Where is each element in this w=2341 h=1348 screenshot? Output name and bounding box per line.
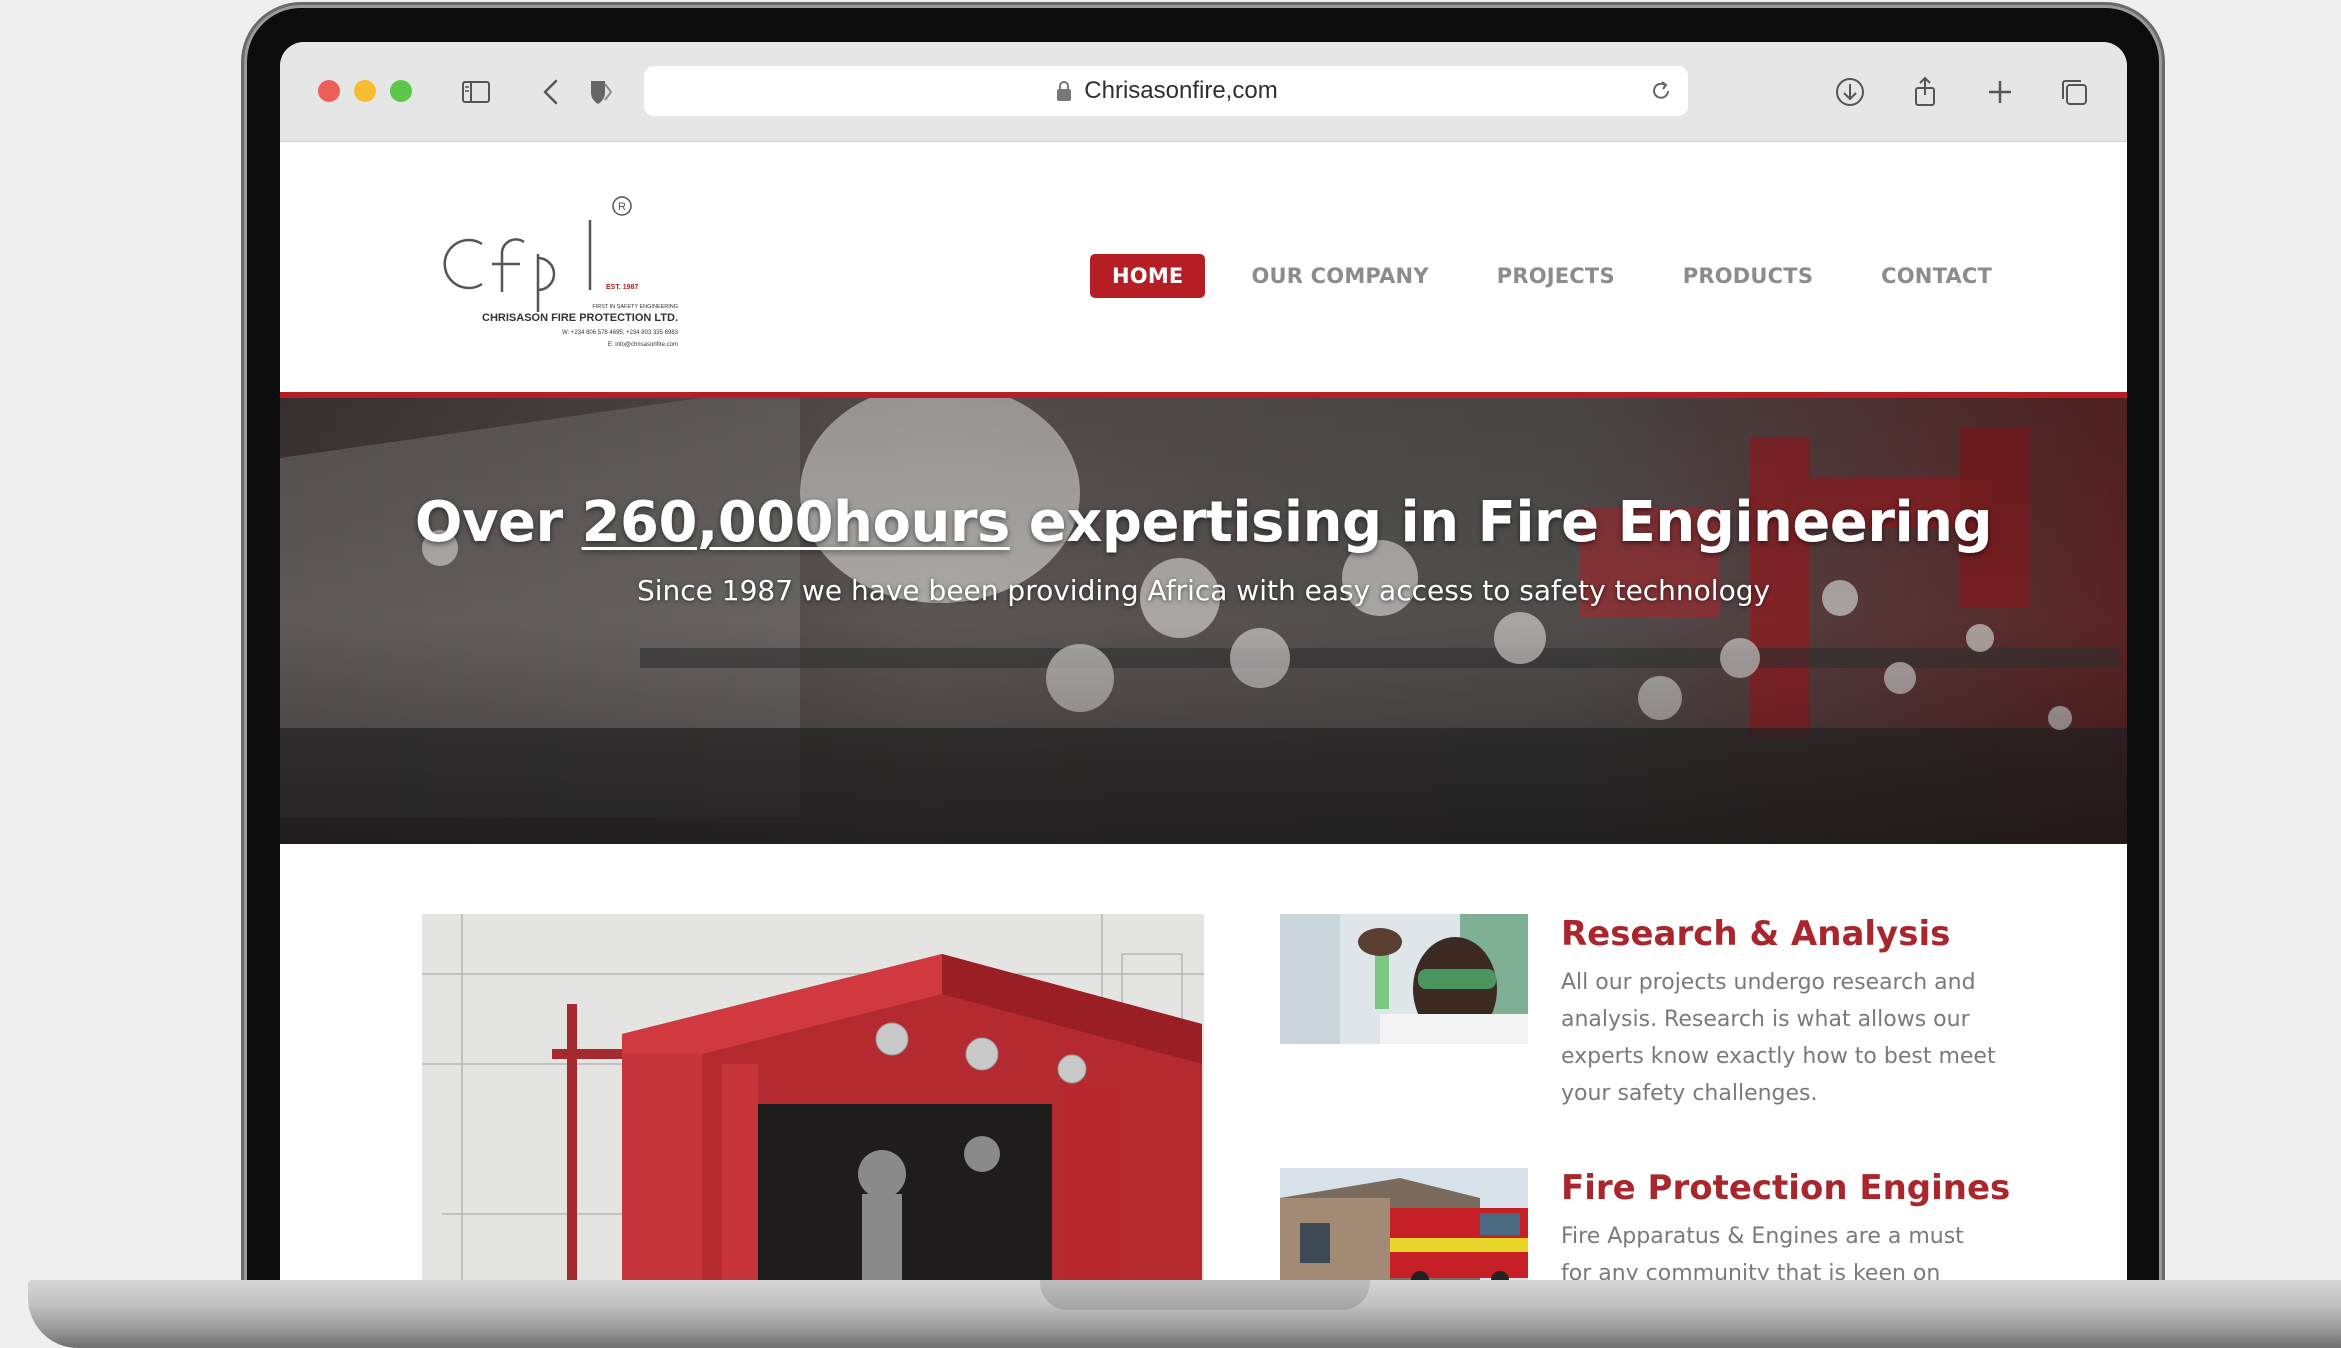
nav-home[interactable]: HOME [1090, 254, 1206, 298]
hero-title-prefix: Over [414, 490, 582, 555]
sidebar-toggle-icon[interactable] [456, 72, 496, 112]
hero-title-highlight: 260,000hours [581, 490, 1011, 555]
hero-title: Over 260,000hours expertising in Fire En… [280, 490, 2127, 555]
features-section: Research & Analysis All our projects und… [280, 844, 2127, 1282]
svg-text:CHRISASON FIRE PROTECTION LTD.: CHRISASON FIRE PROTECTION LTD. [482, 312, 678, 324]
fire-protection-engines-title[interactable]: Fire Protection Engines [1561, 1168, 2010, 1208]
tab-overview-icon[interactable] [2054, 72, 2094, 112]
main-nav: HOME OUR COMPANY PROJECTS PRODUCTS CONTA… [1090, 254, 2060, 298]
share-icon[interactable] [1905, 72, 1945, 112]
new-tab-icon[interactable] [1980, 72, 2020, 112]
hero-banner: Over 260,000hours expertising in Fire En… [280, 398, 2127, 844]
nav-contact[interactable]: CONTACT [1881, 264, 1992, 288]
fire-protection-engines-text: Fire Apparatus & Engines are a must for … [1561, 1224, 1964, 1282]
minimize-window-button[interactable] [354, 80, 376, 102]
fire-engine-image [1280, 1168, 1528, 1282]
back-icon[interactable] [532, 72, 572, 112]
svg-text:R: R [618, 201, 626, 213]
research-analysis-text: All our projects undergo research and an… [1561, 970, 1996, 1106]
download-icon[interactable] [1830, 72, 1870, 112]
svg-text:FIRST IN SAFETY ENGINEERING: FIRST IN SAFETY ENGINEERING [592, 304, 678, 310]
url-text: Chrisasonfire,com [1084, 77, 1278, 104]
fire-pump-skid-image [422, 914, 1204, 1282]
hero-title-suffix: expertising in Fire Engineering [1009, 490, 1993, 555]
svg-text:EST. 1987: EST. 1987 [606, 284, 638, 291]
research-analysis-title[interactable]: Research & Analysis [1561, 914, 1950, 954]
researcher-image [1280, 914, 1528, 1044]
hero-subtitle: Since 1987 we have been providing Africa… [636, 574, 1771, 607]
hero-background-image [280, 398, 2127, 844]
nav-our-company[interactable]: OUR COMPANY [1251, 264, 1428, 288]
url-bar[interactable]: Chrisasonfire,com [644, 66, 1688, 116]
screen: Chrisasonfire,com R EST. 1987 FIRST IN S… [280, 42, 2127, 1282]
close-window-button[interactable] [318, 80, 340, 102]
zoom-window-button[interactable] [390, 80, 412, 102]
site-header: R EST. 1987 FIRST IN SAFETY ENGINEERING … [280, 142, 2127, 398]
nav-products[interactable]: PRODUCTS [1683, 264, 1813, 288]
browser-toolbar: Chrisasonfire,com [280, 42, 2127, 142]
svg-text:E: info@chrisasonfire.com: E: info@chrisasonfire.com [608, 342, 678, 348]
privacy-shield-icon[interactable] [580, 72, 620, 112]
nav-projects[interactable]: PROJECTS [1497, 264, 1615, 288]
lock-icon [1057, 81, 1072, 101]
svg-text:W: +234 806 578 4695; +234 803: W: +234 806 578 4695; +234 803 335 6983 [562, 330, 679, 336]
laptop-notch [1040, 1280, 1370, 1310]
company-logo[interactable]: R EST. 1987 FIRST IN SAFETY ENGINEERING … [440, 192, 680, 362]
reload-icon[interactable] [1648, 78, 1674, 104]
